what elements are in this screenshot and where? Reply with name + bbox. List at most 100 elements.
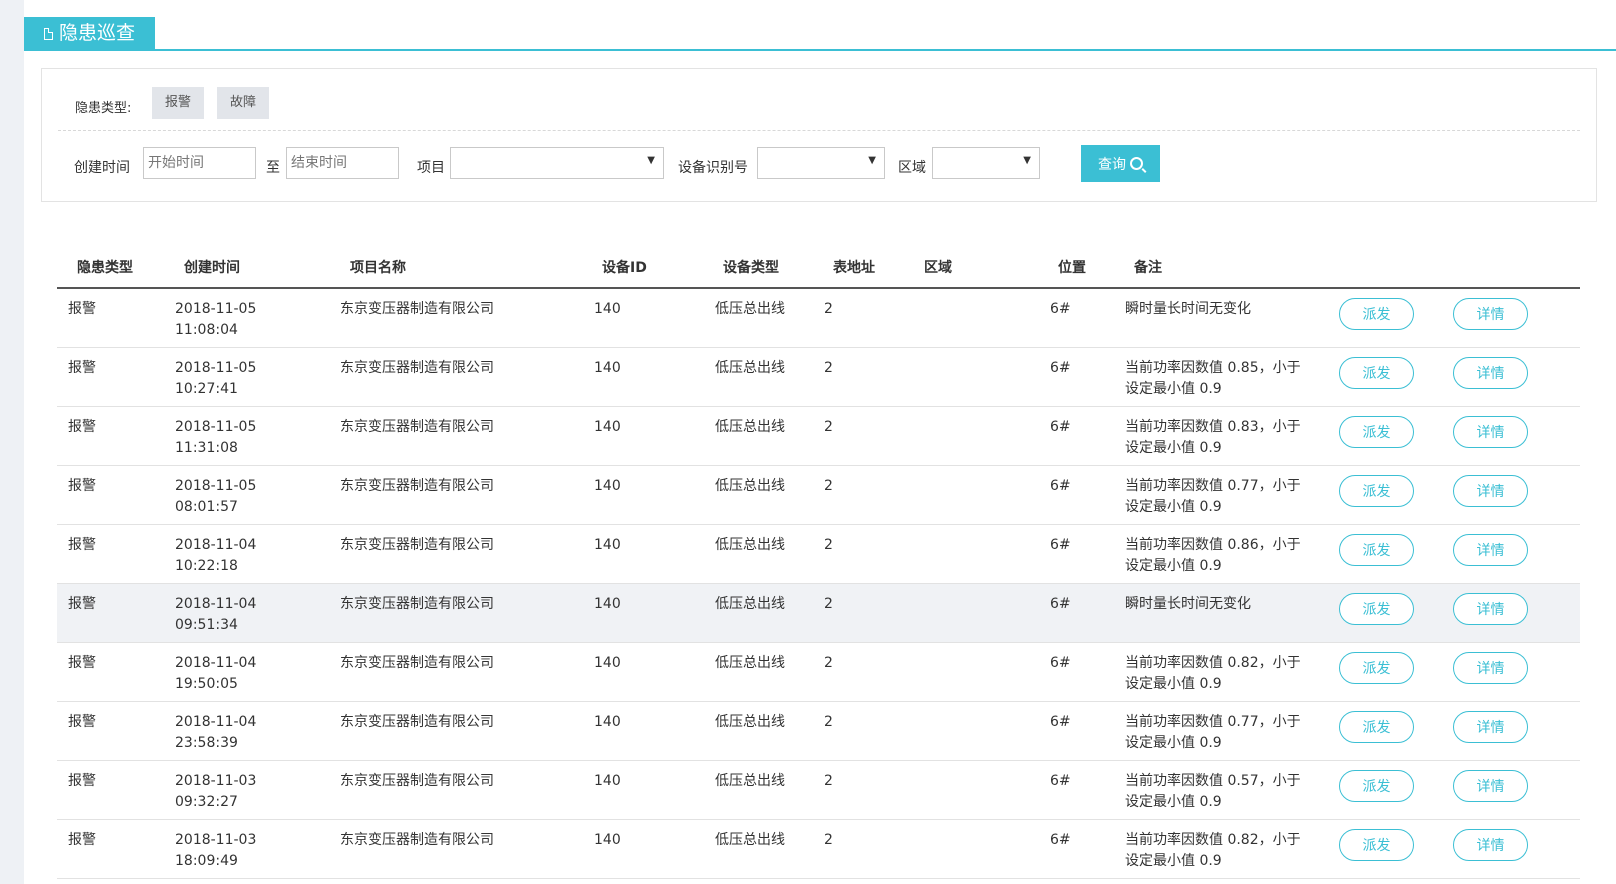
start-time-input[interactable] — [143, 147, 256, 179]
detail-button[interactable]: 详情 — [1453, 357, 1528, 389]
hazard-type-cell: 报警 — [57, 583, 168, 643]
table-row: 报警 2018-11-05 11:31:08 东京变压器制造有限公司 140 低压总出线 2… — [57, 406, 1580, 466]
dispatch-button[interactable]: 派发 — [1339, 475, 1414, 507]
dispatch-button[interactable]: 派发 — [1339, 534, 1414, 566]
project-name-cell: 东京变压器制造有限公司 — [340, 773, 494, 789]
detail-button[interactable]: 详情 — [1453, 416, 1528, 448]
dispatch-button[interactable]: 派发 — [1339, 298, 1414, 330]
device-id-cell: 140 — [585, 760, 709, 820]
project-name-cell: 东京变压器制造有限公司 — [334, 819, 585, 879]
header-position: 位置 — [1045, 247, 1123, 289]
project-name-cell: 东京变压器制造有限公司 — [340, 301, 494, 317]
created-date-cell: 2018-11-05 — [175, 301, 257, 317]
detail-button-cell: 详情 — [1451, 406, 1580, 466]
remark-line1: 当前功率因数值 0.85，小于 — [1125, 360, 1301, 376]
area-cell — [913, 465, 1045, 525]
position-cell: 6# — [1050, 419, 1071, 435]
device-id-cell: 140 — [594, 832, 621, 848]
detail-button[interactable]: 详情 — [1453, 652, 1528, 684]
detail-button[interactable]: 详情 — [1453, 711, 1528, 743]
table-row: 报警 2018-11-04 23:58:39 东京变压器制造有限公司 140 低压总出线 2… — [57, 701, 1580, 761]
hazard-type-cell: 报警 — [68, 655, 96, 671]
device-id-select[interactable]: ▼ — [757, 147, 885, 179]
detail-button-cell: 详情 — [1451, 760, 1580, 820]
detail-button[interactable]: 详情 — [1453, 829, 1528, 861]
device-type-cell: 低压总出线 — [715, 655, 785, 671]
hazard-type-cell: 报警 — [57, 701, 168, 761]
dispatch-button[interactable]: 派发 — [1339, 711, 1414, 743]
created-time-cell: 19:50:05 — [175, 676, 238, 692]
device-id-cell: 140 — [594, 301, 621, 317]
project-select[interactable]: ▼ — [450, 147, 664, 179]
device-id-cell: 140 — [594, 537, 621, 553]
remark: 当前功率因数值 0.82，小于 设定最小值 0.9 — [1123, 819, 1337, 879]
dispatch-button[interactable]: 派发 — [1339, 593, 1414, 625]
project-name-cell: 东京变压器制造有限公司 — [340, 655, 494, 671]
dispatch-button[interactable]: 派发 — [1339, 357, 1414, 389]
created-time-cell: 10:27:41 — [175, 381, 238, 397]
position-cell: 6# — [1045, 406, 1123, 466]
remark-line1: 当前功率因数值 0.86，小于 — [1125, 537, 1301, 553]
hazard-type-cell: 报警 — [68, 419, 96, 435]
hazard-type-cell: 报警 — [57, 347, 168, 407]
detail-button[interactable]: 详情 — [1453, 534, 1528, 566]
dispatch-button[interactable]: 派发 — [1339, 829, 1414, 861]
detail-button[interactable]: 详情 — [1453, 770, 1528, 802]
dispatch-button[interactable]: 派发 — [1339, 416, 1414, 448]
dispatch-button[interactable]: 派发 — [1339, 652, 1414, 684]
hazard-type-cell: 报警 — [68, 301, 96, 317]
device-id-cell: 140 — [585, 642, 709, 702]
meter-address-cell: 2 — [824, 301, 833, 317]
project-name-cell: 东京变压器制造有限公司 — [334, 347, 585, 407]
caret-down-icon: ▼ — [647, 155, 655, 166]
remark-line2: 设定最小值 0.9 — [1125, 676, 1222, 692]
device-id-cell: 140 — [585, 583, 709, 643]
device-id-cell: 140 — [585, 819, 709, 879]
device-type-cell: 低压总出线 — [715, 360, 785, 376]
type-chip-fault[interactable]: 故障 — [217, 87, 270, 119]
created-time-cell: 11:08:04 — [175, 322, 238, 338]
hazard-type-cell: 报警 — [68, 478, 96, 494]
project-name-cell: 东京变压器制造有限公司 — [340, 360, 494, 376]
table-row: 报警 2018-11-04 19:50:05 东京变压器制造有限公司 140 低压总出线 2… — [57, 642, 1580, 702]
remark-line1: 当前功率因数值 0.83，小于 — [1125, 419, 1301, 435]
hazard-type-cell: 报警 — [68, 537, 96, 553]
position-cell: 6# — [1050, 773, 1071, 789]
dispatch-button[interactable]: 派发 — [1339, 770, 1414, 802]
detail-button[interactable]: 详情 — [1453, 475, 1528, 507]
dispatch-button-cell: 派发 — [1337, 701, 1451, 761]
created-date-cell: 2018-11-03 — [175, 832, 257, 848]
area-cell — [913, 524, 1045, 584]
meter-address-cell: 2 — [824, 655, 833, 671]
detail-button[interactable]: 详情 — [1453, 593, 1528, 625]
remark: 当前功率因数值 0.82，小于 设定最小值 0.9 — [1123, 642, 1337, 702]
remark-line1: 当前功率因数值 0.77，小于 — [1125, 714, 1301, 730]
device-type-cell: 低压总出线 — [709, 288, 819, 348]
remark: 当前功率因数值 0.77，小于 设定最小值 0.9 — [1123, 701, 1337, 761]
project-name-cell: 东京变压器制造有限公司 — [334, 524, 585, 584]
device-type-cell: 低压总出线 — [715, 832, 785, 848]
created-date-cell: 2018-11-04 19:50:05 — [168, 642, 334, 702]
created-time-cell: 08:01:57 — [175, 499, 238, 515]
detail-button[interactable]: 详情 — [1453, 298, 1528, 330]
device-id-cell: 140 — [594, 714, 621, 730]
dispatch-button-cell: 派发 — [1337, 760, 1451, 820]
detail-button-cell: 详情 — [1451, 701, 1580, 761]
hazard-type-cell: 报警 — [68, 360, 96, 376]
end-time-input[interactable] — [286, 147, 399, 179]
remark-line2: 设定最小值 0.9 — [1125, 794, 1222, 810]
position-cell: 6# — [1045, 701, 1123, 761]
device-type-cell: 低压总出线 — [709, 819, 819, 879]
device-type-cell: 低压总出线 — [709, 583, 819, 643]
created-date-cell: 2018-11-03 09:32:27 — [168, 760, 334, 820]
device-id-cell: 140 — [594, 478, 621, 494]
project-name-cell: 东京变压器制造有限公司 — [340, 478, 494, 494]
area-select[interactable]: ▼ — [932, 147, 1040, 179]
device-type-cell: 低压总出线 — [709, 347, 819, 407]
area-cell — [913, 819, 1045, 879]
search-button[interactable]: 查询 — [1081, 145, 1160, 182]
position-cell: 6# — [1050, 301, 1071, 317]
page-title-tab: 隐患巡查 — [24, 17, 156, 49]
created-date-cell: 2018-11-04 — [175, 655, 257, 671]
type-chip-alarm[interactable]: 报警 — [152, 87, 205, 119]
